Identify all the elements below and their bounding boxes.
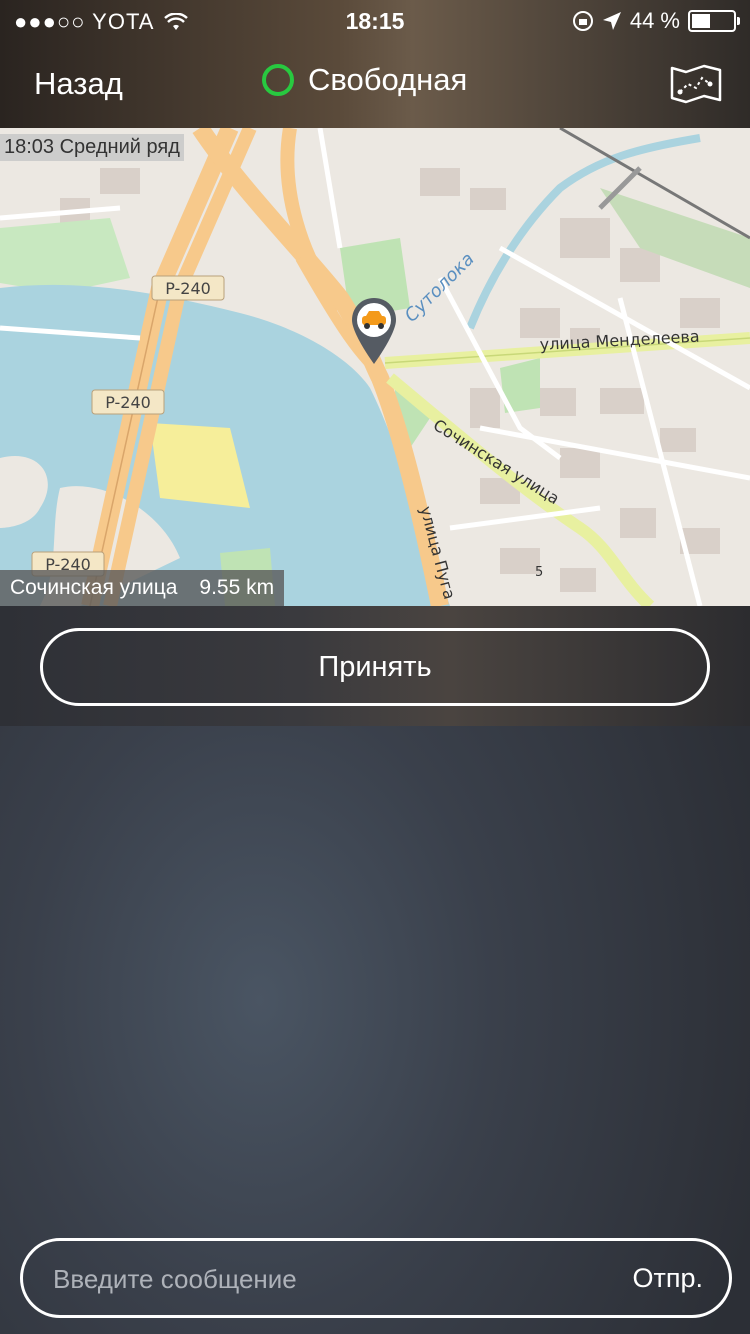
map-icon[interactable] (670, 64, 722, 104)
svg-text:P-240: P-240 (105, 393, 151, 412)
destination-street: Сочинская улица (10, 576, 178, 599)
status-indicator-icon (262, 64, 294, 96)
status-bar: ●●●○○ YOTA 18:15 44 % (0, 0, 750, 40)
rotation-lock-icon (572, 11, 593, 31)
distance-value: 9.55 km (199, 576, 275, 599)
svg-text:5: 5 (535, 565, 543, 580)
accept-section: Принять (0, 606, 750, 726)
accept-button[interactable]: Принять (40, 628, 710, 706)
battery-percent: 44 % (629, 8, 680, 33)
map-tiles: улица Менделеева Сочинская улица улица П… (0, 128, 750, 606)
battery-icon (688, 10, 740, 32)
order-location-pin-icon[interactable] (349, 296, 399, 366)
driver-status: Свободная (262, 62, 467, 98)
message-input[interactable] (51, 1241, 595, 1317)
status-right: 44 % (572, 8, 740, 34)
message-bar: Отпр. (20, 1238, 732, 1318)
location-arrow-icon (602, 12, 621, 30)
order-map[interactable]: улица Менделеева Сочинская улица улица П… (0, 128, 750, 606)
back-button[interactable]: Назад (34, 66, 123, 102)
map-caption-bottom: Сочинская улица 9.55 km (0, 570, 285, 606)
top-bar: ●●●○○ YOTA 18:15 44 % Назад Свободная (0, 0, 750, 128)
status-title: Свободная (308, 62, 468, 97)
navigation-bar: Назад Свободная (0, 40, 750, 128)
map-caption-top: 18:03 Средний ряд (0, 134, 184, 161)
svg-text:P-240: P-240 (165, 279, 211, 298)
send-button[interactable]: Отпр. (632, 1263, 703, 1294)
